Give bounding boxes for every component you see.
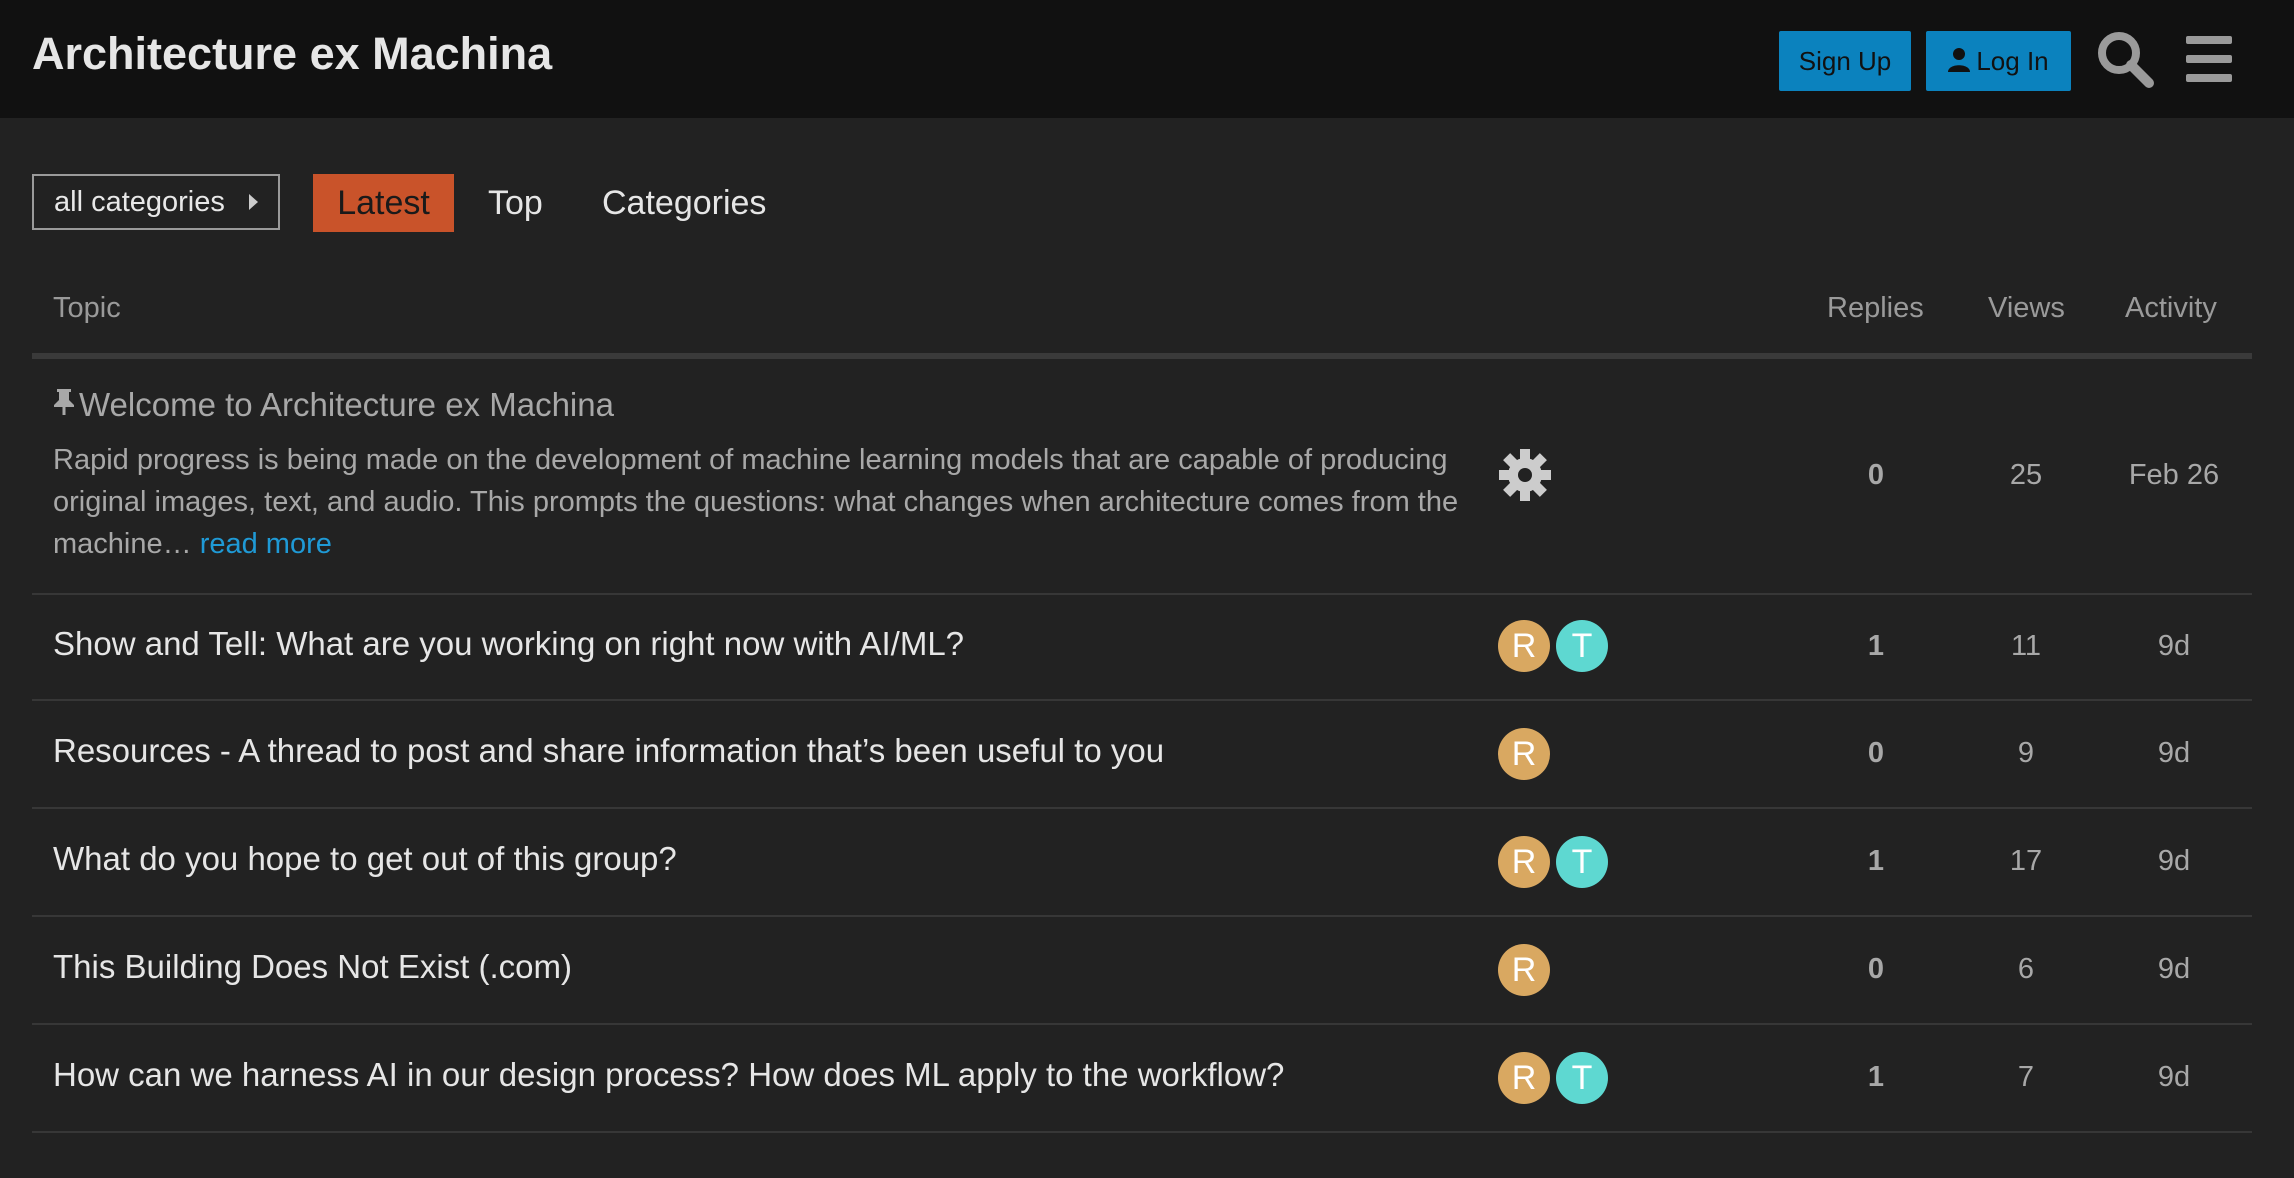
menu-icon[interactable] — [2184, 30, 2234, 93]
column-header-replies[interactable]: Replies — [1827, 290, 1924, 326]
log-in-button[interactable]: Log In — [1926, 31, 2071, 91]
column-header-views[interactable]: Views — [1988, 290, 2065, 326]
search-icon[interactable] — [2096, 30, 2154, 93]
tab-categories[interactable]: Categories — [602, 174, 766, 232]
reply-count: 1 — [1867, 1061, 1885, 1093]
reply-count: 0 — [1867, 953, 1885, 985]
avatar[interactable]: R — [1498, 836, 1550, 888]
topic-title-text: Welcome to Architecture ex Machina — [79, 386, 614, 423]
reply-count: 0 — [1867, 459, 1885, 491]
view-count: 17 — [2009, 845, 2043, 877]
read-more-link[interactable]: read more — [200, 528, 332, 560]
reply-count: 1 — [1867, 630, 1885, 662]
activity-date[interactable]: 9d — [2114, 843, 2234, 879]
gear-icon — [1498, 448, 1552, 507]
category-dropdown[interactable]: all categories — [32, 174, 280, 230]
view-count: 25 — [2009, 459, 2043, 491]
pin-icon — [53, 385, 75, 425]
log-in-label: Log In — [1976, 46, 2049, 76]
table-row: What do you hope to get out of this grou… — [32, 809, 2252, 917]
reply-count: 0 — [1867, 737, 1885, 769]
column-header-activity[interactable]: Activity — [2125, 290, 2217, 326]
topic-title[interactable]: Welcome to Architecture ex Machina — [53, 385, 614, 425]
pinned-topic-row: Welcome to Architecture ex Machina Rapid… — [32, 359, 2252, 595]
view-count: 9 — [2017, 737, 2035, 769]
topic-excerpt: Rapid progress is being made on the deve… — [53, 439, 1473, 565]
table-row: Show and Tell: What are you working on r… — [32, 593, 2252, 701]
site-title[interactable]: Architecture ex Machina — [32, 26, 552, 82]
activity-date[interactable]: Feb 26 — [2114, 457, 2234, 493]
column-header-topic: Topic — [53, 292, 121, 324]
table-row: Resources - A thread to post and share i… — [32, 701, 2252, 809]
avatar[interactable]: T — [1556, 1052, 1608, 1104]
avatar[interactable]: T — [1556, 620, 1608, 672]
category-dropdown-label: all categories — [54, 186, 225, 218]
topic-title[interactable]: What do you hope to get out of this grou… — [53, 839, 677, 879]
topic-title[interactable]: This Building Does Not Exist (.com) — [53, 947, 572, 987]
avatar[interactable]: R — [1498, 944, 1550, 996]
activity-date[interactable]: 9d — [2114, 735, 2234, 771]
user-icon — [1948, 33, 1971, 93]
topic-title[interactable]: Resources - A thread to post and share i… — [53, 731, 1164, 771]
activity-date[interactable]: 9d — [2114, 951, 2234, 987]
tab-top[interactable]: Top — [488, 174, 543, 232]
view-count: 11 — [2010, 630, 2042, 662]
activity-date[interactable]: 9d — [2114, 1059, 2234, 1095]
table-row: This Building Does Not Exist (.com) R 0 … — [32, 917, 2252, 1025]
sign-up-button[interactable]: Sign Up — [1779, 31, 1911, 91]
topic-title[interactable]: How can we harness AI in our design proc… — [53, 1055, 1284, 1095]
avatar[interactable]: R — [1498, 728, 1550, 780]
caret-right-icon — [249, 194, 258, 210]
avatar[interactable]: T — [1556, 836, 1608, 888]
avatar[interactable]: R — [1498, 620, 1550, 672]
activity-date[interactable]: 9d — [2114, 628, 2234, 664]
reply-count: 1 — [1867, 845, 1885, 877]
site-header: Architecture ex Machina Sign Up Log In — [0, 0, 2294, 118]
topic-title[interactable]: Show and Tell: What are you working on r… — [53, 624, 964, 664]
table-row: How can we harness AI in our design proc… — [32, 1025, 2252, 1133]
view-count: 7 — [2017, 1061, 2035, 1093]
view-count: 6 — [2017, 953, 2035, 985]
avatar[interactable]: R — [1498, 1052, 1550, 1104]
tab-latest[interactable]: Latest — [313, 174, 454, 232]
